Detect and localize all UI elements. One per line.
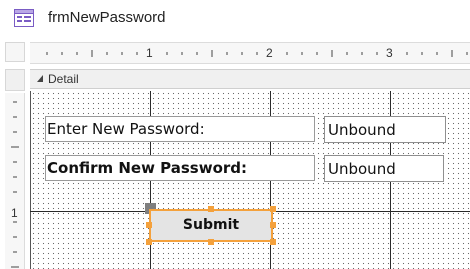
new-password-label[interactable]: Enter New Password: bbox=[45, 116, 315, 142]
section-selector[interactable] bbox=[5, 69, 25, 91]
resize-handle-right[interactable] bbox=[270, 222, 276, 228]
form-icon bbox=[14, 9, 34, 27]
detail-section-label: Detail bbox=[48, 72, 79, 86]
detail-section-bar[interactable] bbox=[30, 69, 470, 89]
collapse-arrow-icon[interactable] bbox=[36, 74, 45, 83]
vertical-ruler[interactable]: 1 bbox=[5, 93, 25, 269]
horizontal-ruler[interactable]: 1 2 3 bbox=[30, 42, 470, 64]
resize-handle-top-right[interactable] bbox=[270, 206, 276, 212]
confirm-password-label[interactable]: Confirm New Password: bbox=[45, 155, 315, 181]
resize-handle-left[interactable] bbox=[146, 222, 152, 228]
resize-handle-bottom[interactable] bbox=[208, 239, 214, 245]
vertical-ruler-ticks bbox=[11, 101, 19, 268]
resize-handle-bottom-right[interactable] bbox=[270, 239, 276, 245]
ruler-number-3: 3 bbox=[386, 46, 393, 60]
resize-handle-top[interactable] bbox=[208, 206, 214, 212]
resize-handle-bottom-left[interactable] bbox=[146, 239, 152, 245]
submit-button[interactable]: Submit bbox=[149, 209, 273, 242]
window-title: frmNewPassword bbox=[48, 9, 166, 26]
horizontal-ruler-ticks bbox=[46, 50, 468, 57]
ruler-number-2: 2 bbox=[266, 46, 273, 60]
confirm-password-textbox[interactable]: Unbound bbox=[324, 155, 444, 182]
ruler-number-1: 1 bbox=[146, 46, 153, 60]
ruler-corner-selector[interactable] bbox=[5, 42, 25, 62]
new-password-textbox[interactable]: Unbound bbox=[324, 116, 446, 143]
vertical-ruler-number-1: 1 bbox=[11, 206, 18, 220]
